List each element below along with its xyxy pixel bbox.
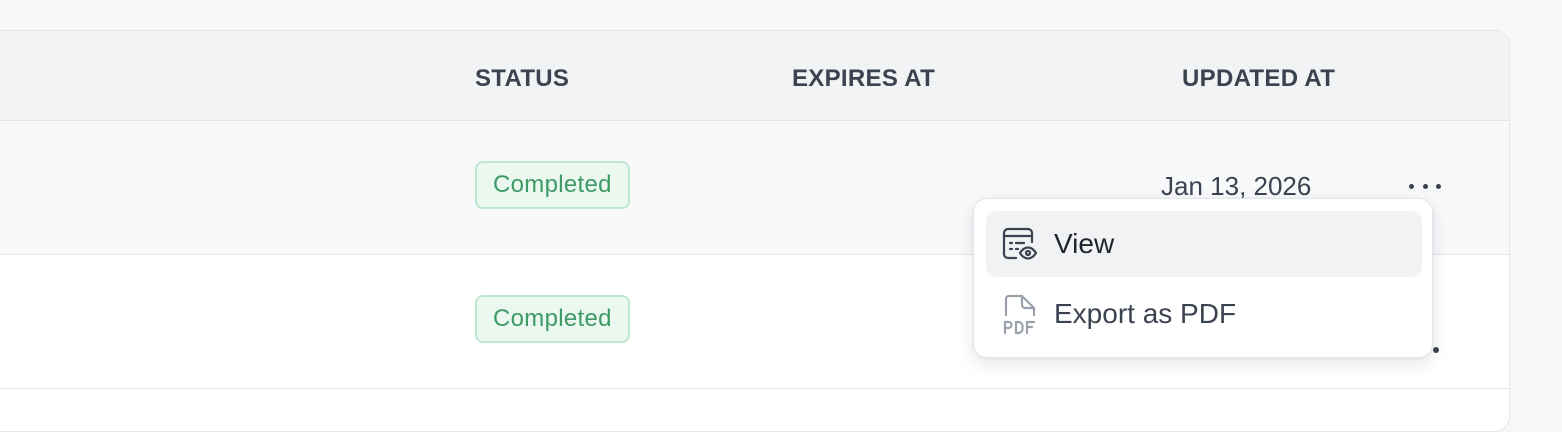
column-header-status[interactable]: STATUS: [475, 65, 569, 93]
menu-item-export-pdf[interactable]: Export as PDF: [986, 281, 1422, 347]
menu-item-label: View: [1054, 228, 1115, 259]
eye-document-icon: [998, 222, 1042, 266]
pdf-file-icon: [998, 292, 1042, 336]
more-dot-icon: [1409, 183, 1414, 189]
more-dot-icon: [1436, 183, 1441, 189]
menu-item-view[interactable]: View: [986, 211, 1422, 277]
row-actions-button[interactable]: [1409, 171, 1441, 201]
row-actions-button[interactable]: [1433, 347, 1439, 353]
column-header-expires-at[interactable]: EXPIRES AT: [792, 65, 935, 93]
table-header: STATUS EXPIRES AT UPDATED AT: [0, 31, 1509, 121]
status-badge: Completed: [475, 161, 630, 209]
row-actions-menu: View Export as PDF: [973, 198, 1433, 358]
more-dot-icon: [1422, 183, 1428, 189]
menu-item-label: Export as PDF: [1054, 298, 1237, 329]
status-badge: Completed: [475, 295, 630, 343]
column-header-updated-at[interactable]: UPDATED AT: [1182, 65, 1335, 93]
